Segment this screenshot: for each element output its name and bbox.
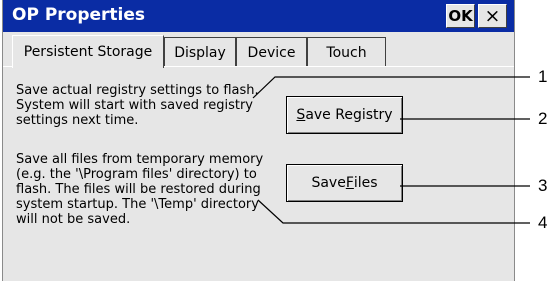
tab-persistent-storage[interactable]: Persistent Storage xyxy=(12,35,164,68)
callout-number-1: 1 xyxy=(538,67,548,86)
callout-number-4: 4 xyxy=(538,213,548,232)
callout-number-3: 3 xyxy=(538,176,548,195)
callout-number-2: 2 xyxy=(538,109,548,128)
callout-line-4 xyxy=(257,199,530,224)
callout-line-1 xyxy=(252,76,530,99)
